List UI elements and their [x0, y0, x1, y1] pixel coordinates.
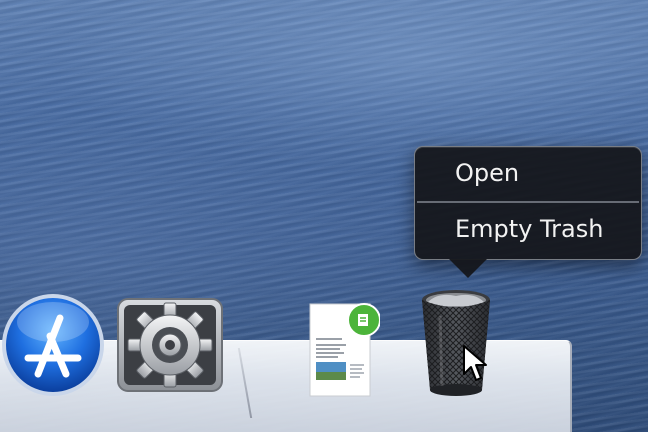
app-store-icon	[2, 294, 104, 396]
gear-icon	[117, 298, 223, 392]
cursor-icon	[463, 345, 487, 381]
menu-item-open[interactable]: Open	[415, 147, 641, 199]
dock-item-app-store[interactable]	[0, 292, 106, 398]
dock-item-system-preferences[interactable]	[116, 297, 224, 393]
desktop-wallpaper: Open Empty Trash	[0, 0, 648, 432]
menu-item-empty-trash[interactable]: Empty Trash	[415, 203, 641, 255]
dock-item-document[interactable]	[308, 300, 381, 400]
mouse-cursor	[462, 344, 488, 384]
trash-context-menu: Open Empty Trash	[414, 146, 642, 278]
document-icon	[309, 303, 381, 397]
